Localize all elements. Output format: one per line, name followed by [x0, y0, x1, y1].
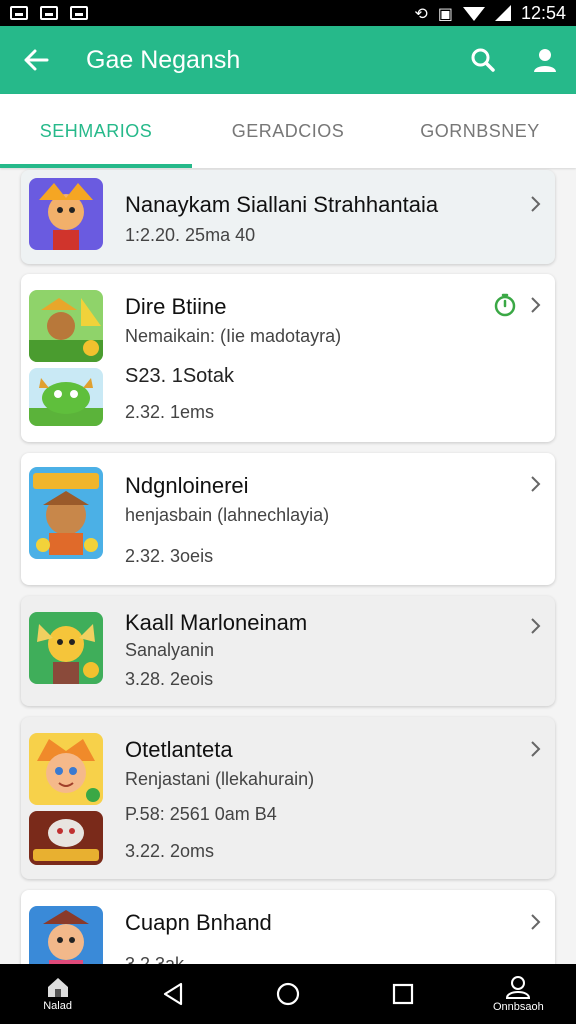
home-circle-icon — [276, 982, 300, 1006]
search-button[interactable] — [452, 26, 514, 94]
tab-geradcios[interactable]: GERADCIOS — [192, 94, 384, 168]
list-item[interactable]: Ndgnloinerei henjasbain (lahnechlayia) 2… — [21, 453, 555, 585]
item-subtitle: Renjastani (llekahurain) — [125, 769, 315, 789]
nav-profile-button[interactable]: Onnbsaoh — [470, 964, 566, 1024]
item-title: Ndgnloinerei — [125, 473, 249, 498]
app-bar: Gae Negansh — [0, 26, 576, 94]
item-subtitle: Nemaikain: (Iie madotayra) — [125, 326, 342, 346]
account-icon — [534, 49, 556, 72]
nav-home-button[interactable]: Nalad — [10, 964, 106, 1024]
chevron-right-icon — [531, 196, 541, 212]
status-time: 12:54 — [520, 2, 566, 23]
app-thumbnail — [29, 178, 103, 250]
system-home-button[interactable] — [240, 964, 336, 1024]
app-bar-title: Gae Negansh — [86, 45, 241, 74]
item-meta: 3.28. 2eois — [125, 669, 214, 689]
app-thumbnail — [29, 733, 103, 805]
back-triangle-icon — [163, 982, 182, 1006]
list-item[interactable]: Nanaykam Siallani Strahhantaia 1:2.20. 2… — [21, 170, 555, 264]
chevron-right-icon — [531, 297, 541, 313]
item-title: Kaall Marloneinam — [125, 610, 308, 635]
recents-square-icon — [393, 983, 414, 1005]
chevron-right-icon — [531, 741, 541, 757]
item-title: Cuapn Bnhand — [125, 910, 272, 935]
list-item[interactable]: Otetlanteta Renjastani (llekahurain) P.5… — [21, 717, 555, 879]
app-thumbnail — [29, 290, 103, 362]
app-thumbnail — [29, 368, 103, 426]
item-detail: S23. 1Sotak — [125, 365, 234, 387]
item-title: Nanaykam Siallani Strahhantaia — [125, 192, 439, 217]
vibrate-icon: ▣ — [437, 3, 453, 23]
nav-profile-label: Onnbsaoh — [492, 1001, 544, 1013]
item-meta: 3.22. 2oms — [125, 841, 215, 861]
item-meta: 1:2.20. 25ma 40 — [125, 225, 256, 245]
system-back-button[interactable] — [125, 964, 221, 1024]
notification-icon — [40, 6, 58, 20]
item-subtitle: henjasbain (lahnechlayia) — [125, 505, 330, 525]
app-thumbnail — [29, 906, 103, 964]
item-meta: 2.32. 1ems — [125, 402, 215, 422]
list-item[interactable]: Cuapn Bnhand 3.2.3ak — [21, 890, 555, 964]
app-thumbnail — [29, 811, 103, 865]
list-item[interactable]: Kaall Marloneinam Sanalyanin 3.28. 2eois — [21, 596, 555, 706]
timer-icon — [494, 293, 516, 317]
profile-icon — [506, 976, 531, 999]
tab-bar: SEHMARIOS GERADCIOS GORNBSNEY — [0, 94, 576, 168]
system-recents-button[interactable] — [355, 964, 451, 1024]
chevron-right-icon — [531, 476, 541, 492]
chevron-right-icon — [531, 618, 541, 634]
chevron-right-icon — [531, 914, 541, 930]
item-subtitle: Sanalyanin — [125, 640, 215, 660]
back-button[interactable] — [0, 26, 72, 94]
signal-icon — [494, 5, 511, 21]
notification-icons — [10, 6, 88, 20]
item-detail: P.58: 2561 0am B4 — [125, 804, 277, 824]
item-title: Otetlanteta — [125, 737, 233, 762]
nav-home-label: Nalad — [43, 1000, 72, 1012]
app-list: Nanaykam Siallani Strahhantaia 1:2.20. 2… — [0, 168, 576, 964]
tab-gornbsney[interactable]: GORNBSNEY — [384, 94, 576, 168]
account-button[interactable] — [514, 26, 576, 94]
item-meta: 2.32. 3oeis — [125, 546, 214, 566]
item-title: Dire Btiine — [125, 294, 227, 319]
app-thumbnail — [29, 467, 103, 559]
home-icon — [47, 978, 68, 997]
item-meta: 3.2.3ak — [125, 954, 185, 964]
alarm-icon: ⟲ — [414, 3, 428, 23]
search-icon — [471, 48, 495, 72]
status-bar: ⟲ ▣ 12:54 — [0, 0, 576, 26]
tab-sehmarios[interactable]: SEHMARIOS — [0, 94, 192, 168]
app-thumbnail — [29, 612, 103, 684]
wifi-icon — [462, 7, 485, 21]
back-arrow-icon — [24, 49, 49, 71]
list-item[interactable]: Dire Btiine Nemaikain: (Iie madotayra) S… — [21, 274, 555, 442]
notification-icon — [10, 6, 28, 20]
notification-icon — [70, 6, 88, 20]
system-icons: ⟲ ▣ 12:54 — [414, 3, 566, 24]
navigation-bar: Nalad Onnbsaoh — [0, 964, 576, 1024]
